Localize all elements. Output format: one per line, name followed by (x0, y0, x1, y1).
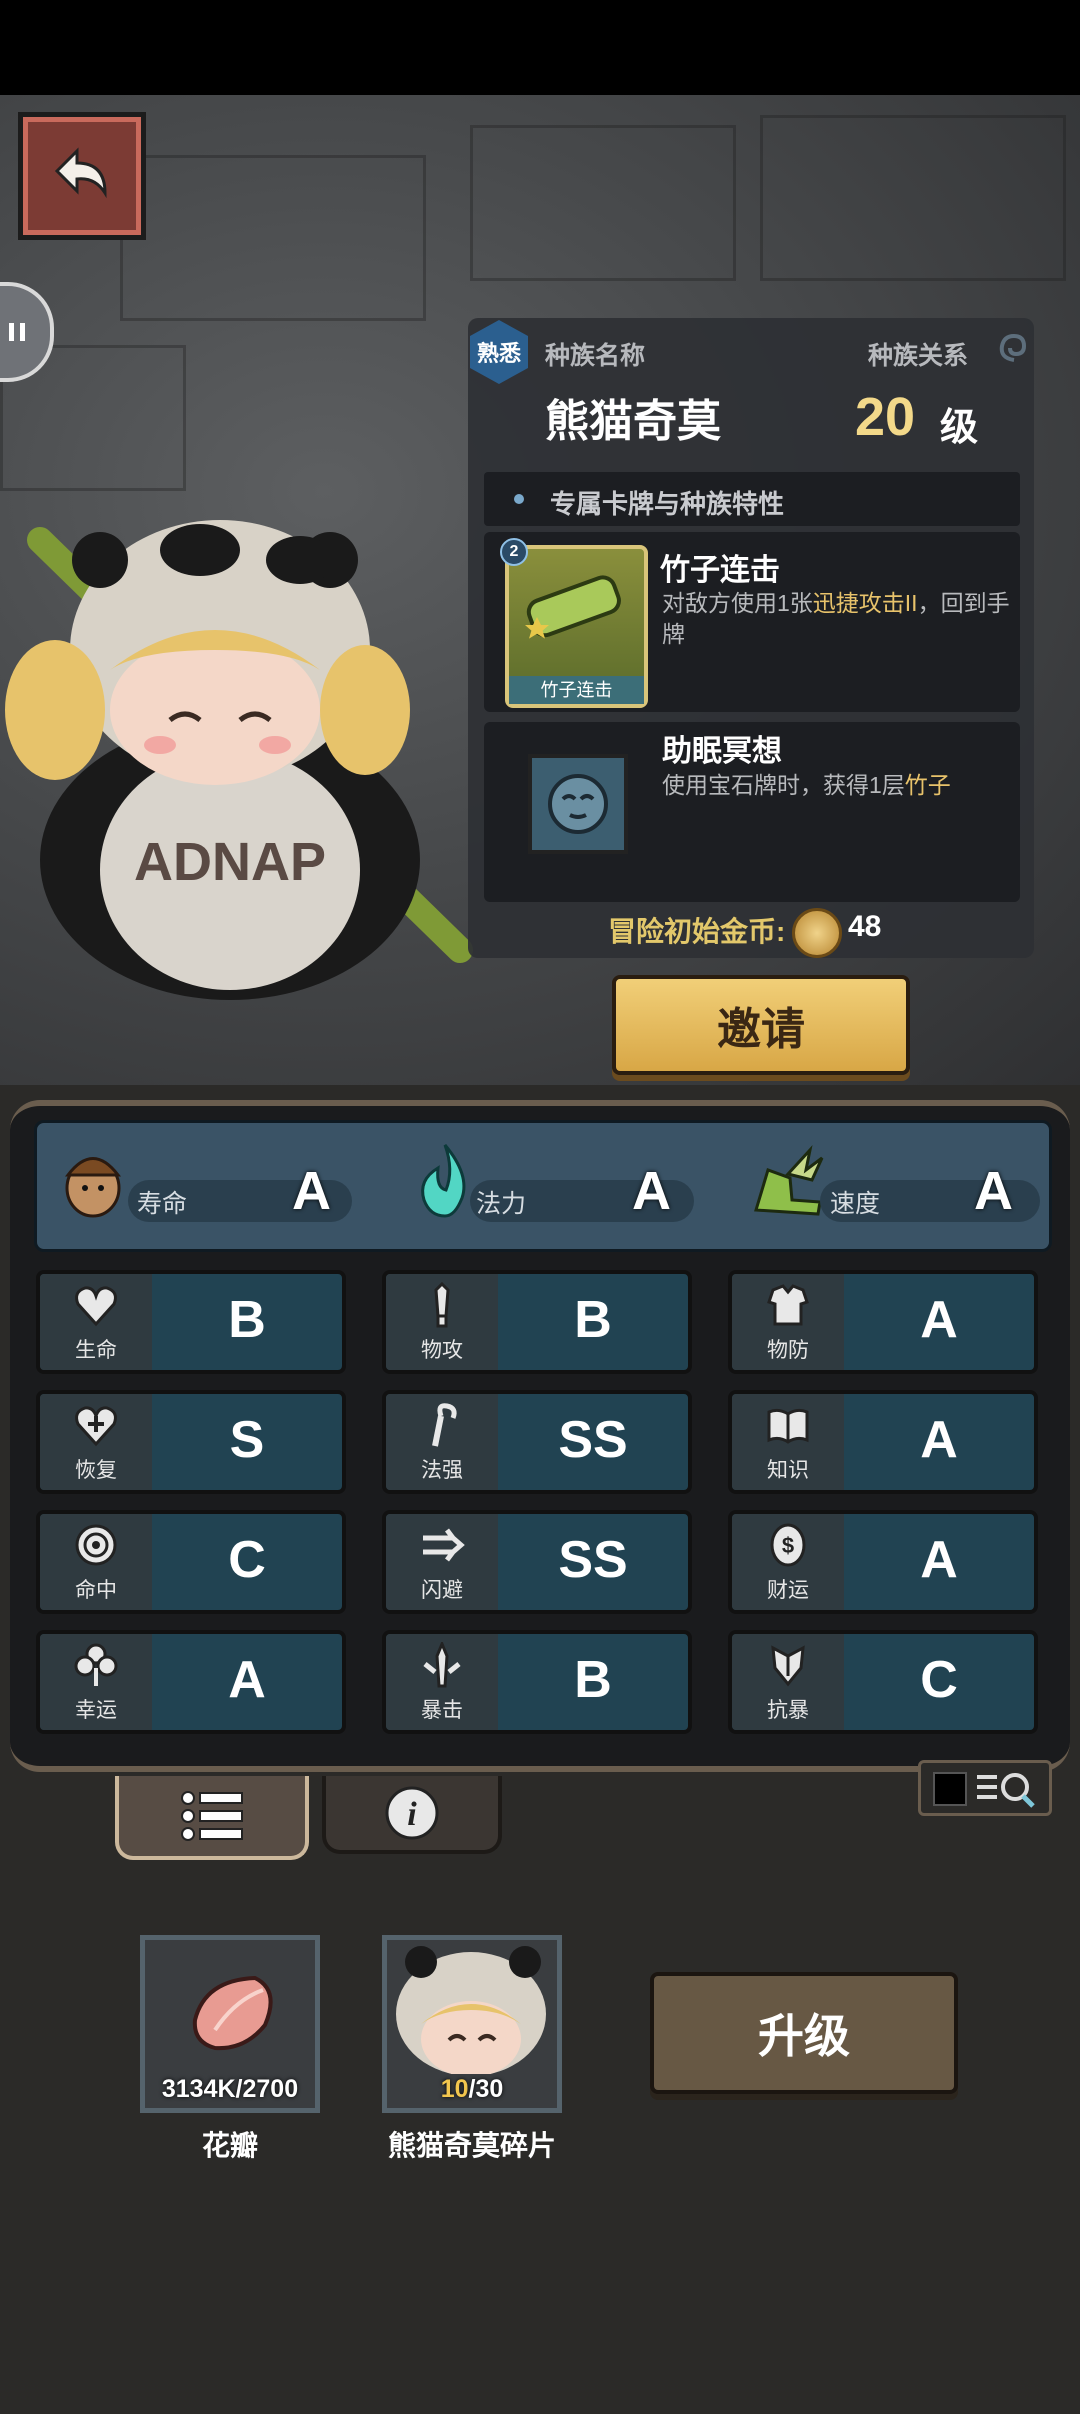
bamboo-combo-card[interactable]: 竹子连击 (505, 545, 648, 708)
winged-boot-icon (754, 1145, 824, 1216)
petal-icon (192, 1975, 273, 2051)
filter-toggle[interactable] (918, 1760, 1052, 1816)
stat-physical-defense[interactable]: 物防 A (728, 1270, 1038, 1374)
race-level: 20 (855, 387, 916, 447)
chestnut-head-icon (64, 1157, 122, 1218)
clover-icon (74, 1643, 118, 1686)
svg-text:ADNAP: ADNAP (134, 832, 326, 892)
shield-burst-icon (771, 1645, 805, 1687)
sleep-meditation-tile[interactable] (528, 754, 628, 854)
svg-text:$: $ (782, 1533, 794, 1558)
start-gold-label: 冒险初始金币: (608, 916, 786, 947)
petal-count: 3134K/2700 (161, 2075, 299, 2103)
stat-luck[interactable]: 幸运 A (36, 1630, 346, 1734)
stat-knowledge[interactable]: 知识 A (728, 1390, 1038, 1494)
stat-hp[interactable]: 生命 B (36, 1270, 346, 1374)
panda-kimo-character: ADNAP (5, 520, 473, 1000)
traits-header-text: 专属卡牌与种族特性 (550, 489, 785, 519)
tab-list[interactable] (115, 1776, 309, 1860)
petal-name: 花瓣 (201, 2130, 258, 2161)
skill-1-desc: 对敌方使用1张迅捷攻击II，回到手牌 (662, 590, 1010, 647)
bamboo-icon (525, 575, 621, 639)
stat-physical-attack[interactable]: 物攻 B (382, 1270, 692, 1374)
mana-label: 法力 (476, 1190, 527, 1218)
panda-kimo-portrait-icon (396, 1946, 546, 2074)
lifespan-label: 寿命 (137, 1190, 188, 1218)
info-icon: i (385, 1786, 439, 1840)
stat-recovery[interactable]: 恢复 S (36, 1390, 346, 1494)
staff-icon (432, 1403, 457, 1447)
card-level-badge: 2 (500, 538, 528, 566)
skill-1-title: 竹子连击 (660, 554, 780, 587)
upgrade-button[interactable]: 升级 (650, 1972, 958, 2094)
card-caption: 竹子连击 (509, 676, 644, 704)
stat-crit-resist[interactable]: 抗暴 C (728, 1630, 1038, 1734)
pause-icon (9, 323, 25, 341)
target-icon (75, 1524, 117, 1566)
stat-dodge[interactable]: 闪避 SS (382, 1510, 692, 1614)
bullet-icon (514, 494, 524, 504)
invite-button[interactable]: 邀请 (612, 975, 910, 1075)
heart-plus-icon (75, 1406, 117, 1447)
stat-wealth[interactable]: $ 财运 A (728, 1510, 1038, 1614)
search-list-icon (977, 1773, 1035, 1808)
blue-flame-icon (421, 1144, 466, 1218)
checkbox-icon (933, 1772, 967, 1806)
race-name-label: 种族名称 (545, 342, 646, 370)
book-icon (767, 1408, 809, 1444)
mana-grade: A (632, 1161, 671, 1221)
list-icon (181, 1791, 243, 1841)
traits-section-header: 专属卡牌与种族特性 (484, 472, 1020, 526)
coin-icon: $ (770, 1523, 806, 1567)
speed-grade: A (974, 1161, 1013, 1221)
start-gold-value: 48 (848, 910, 882, 943)
stat-spell-power[interactable]: 法强 SS (382, 1390, 692, 1494)
meditation-face-icon (548, 774, 608, 834)
back-arrow-icon (54, 147, 107, 199)
gold-coin-icon (792, 908, 842, 958)
svg-text:i: i (407, 1796, 417, 1833)
stat-critical[interactable]: 暴击 B (382, 1630, 692, 1734)
skill-2-desc: 使用宝石牌时，获得1层竹子 (662, 772, 951, 798)
skill-2-title: 助眠冥想 (662, 735, 782, 768)
item-panda-shard[interactable]: 10/30 (382, 1935, 562, 2113)
sword-icon (434, 1282, 450, 1328)
heart-icon (75, 1286, 117, 1327)
speed-label: 速度 (830, 1190, 881, 1218)
panda-shard-count: 10/30 (440, 2075, 504, 2103)
armor-icon (767, 1284, 809, 1326)
race-name: 熊猫奇莫 (545, 397, 721, 446)
stat-accuracy[interactable]: 命中 C (36, 1510, 346, 1614)
swirl-icon (999, 333, 1027, 362)
back-button[interactable] (18, 112, 146, 240)
lifespan-grade: A (292, 1161, 331, 1221)
item-petal[interactable]: 3134K/2700 (140, 1935, 320, 2113)
status-bar (0, 0, 1080, 95)
race-relation-label: 种族关系 (868, 342, 969, 370)
level-unit: 级 (940, 407, 979, 449)
panda-shard-name: 熊猫奇莫碎片 (387, 2130, 556, 2161)
dodge-arrows-icon (423, 1528, 465, 1562)
crit-icon (423, 1642, 461, 1688)
tab-info[interactable]: i (322, 1776, 502, 1854)
